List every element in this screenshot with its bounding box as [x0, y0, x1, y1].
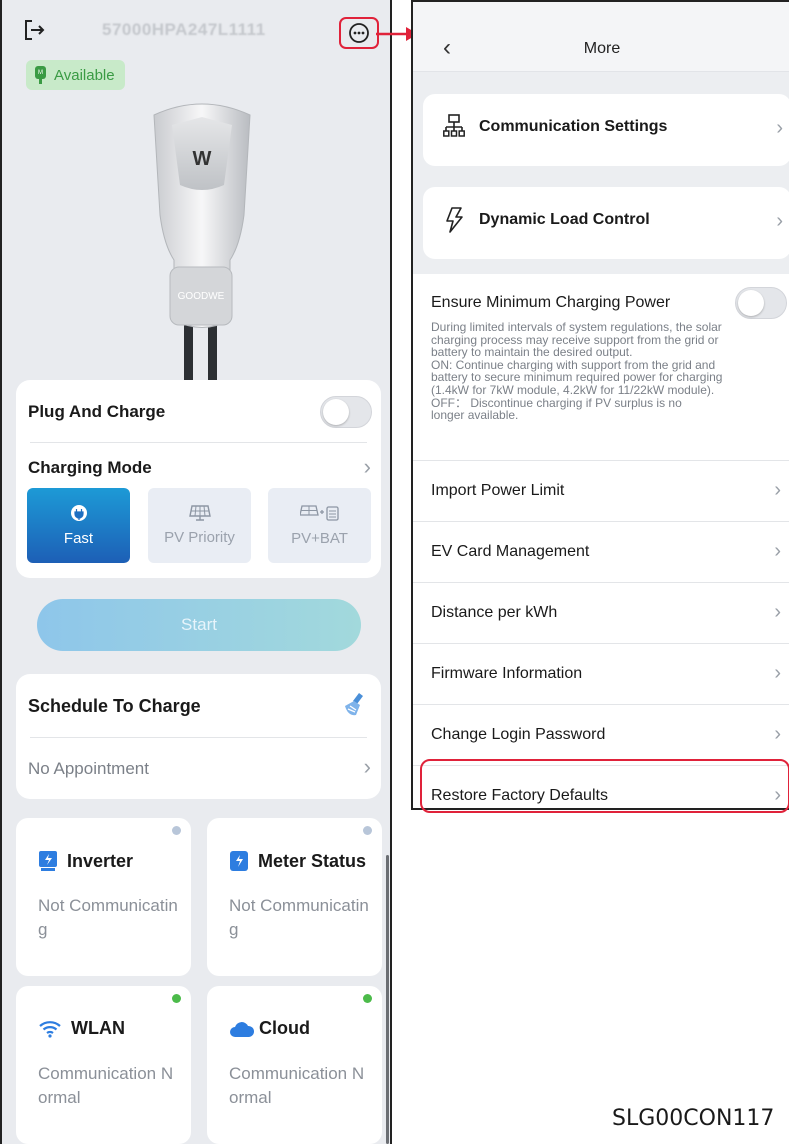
solar-battery-icon: [299, 505, 339, 521]
inverter-tile[interactable]: Inverter Not Communicating: [16, 818, 191, 976]
svg-text:W: W: [193, 148, 212, 170]
meter-icon: [230, 851, 248, 871]
mode-fast-button[interactable]: Fast: [27, 488, 130, 563]
lightning-icon: [443, 207, 465, 238]
solar-panel-icon: [188, 505, 211, 521]
communication-settings-item[interactable]: Communication Settings ›: [423, 94, 789, 166]
schedule-value: No Appointment: [28, 759, 149, 778]
restore-highlight-box: [420, 759, 789, 813]
charging-card: Plug And Charge Charging Mode › Fast PV …: [16, 380, 381, 578]
item-label: EV Card Management: [431, 543, 590, 560]
ensure-min-power-title: Ensure Minimum Charging Power: [431, 294, 671, 311]
charger-home-screen: 57000HPA247L1111 M Available W GOODWE Pl…: [0, 0, 392, 1144]
more-button[interactable]: [339, 17, 379, 49]
inverter-icon: [39, 851, 57, 871]
device-serial: 57000HPA247L1111: [102, 20, 266, 39]
clear-brush-icon[interactable]: [341, 690, 369, 725]
cloud-tile[interactable]: Cloud Communication Normal: [207, 986, 382, 1144]
cloud-icon: [230, 1021, 255, 1037]
item-label: Firmware Information: [431, 665, 583, 682]
header: ‹ More: [413, 2, 789, 72]
tile-status: Not Communicating: [38, 896, 178, 939]
charger-status-icon: M: [35, 66, 46, 84]
ensure-min-power-toggle[interactable]: [735, 287, 787, 319]
chevron-right-icon[interactable]: ›: [364, 456, 371, 478]
page-title: More: [583, 40, 621, 57]
item-label: Communication Settings: [479, 118, 668, 135]
figure-code: SLG00CON117: [612, 1106, 775, 1131]
chevron-right-icon: ›: [774, 601, 781, 623]
charging-mode-label: Charging Mode: [28, 458, 152, 477]
mode-pv-bat-button[interactable]: PV+BAT: [268, 488, 371, 563]
item-label: Change Login Password: [431, 726, 606, 743]
plug-icon: [70, 505, 87, 521]
status-dot: [363, 994, 372, 1003]
tile-status: Communication Normal: [229, 1064, 365, 1107]
chevron-right-icon: ›: [776, 210, 783, 232]
mode-label: PV Priority: [164, 529, 235, 546]
meter-status-tile[interactable]: Meter Status Not Communicating: [207, 818, 382, 976]
mode-label: Fast: [63, 530, 94, 547]
tile-title: Inverter: [67, 850, 134, 871]
tile-title: Meter Status: [258, 850, 367, 871]
settings-list: Ensure Minimum Charging Power During lim…: [413, 274, 789, 808]
status-badge: M Available: [26, 60, 125, 90]
schedule-title: Schedule To Charge: [28, 696, 201, 716]
wlan-tile[interactable]: WLAN Communication Normal: [16, 986, 191, 1144]
svg-text:M: M: [38, 70, 43, 76]
mode-label: PV+BAT: [291, 530, 348, 547]
change-login-password-item[interactable]: Change Login Password ›: [413, 704, 789, 765]
wifi-icon: [39, 1020, 61, 1038]
status-dot: [363, 826, 372, 835]
dynamic-load-control-item[interactable]: Dynamic Load Control ›: [423, 187, 789, 259]
top-bar: 57000HPA247L1111: [2, 10, 390, 54]
distance-per-kwh-item[interactable]: Distance per kWh ›: [413, 582, 789, 643]
item-label: Distance per kWh: [431, 604, 558, 621]
plug-and-charge-label: Plug And Charge: [28, 402, 166, 421]
ev-card-management-item[interactable]: EV Card Management ›: [413, 521, 789, 582]
mode-pv-priority-button[interactable]: PV Priority: [148, 488, 251, 563]
chevron-right-icon: ›: [774, 479, 781, 501]
ensure-min-power-description: During limited intervals of system regul…: [431, 320, 723, 423]
tile-title: Cloud: [259, 1018, 310, 1038]
network-icon: [443, 114, 465, 143]
more-icon: [349, 23, 369, 43]
charger-brand-label: GOODWE: [178, 291, 225, 302]
scrollbar[interactable]: [386, 855, 389, 1144]
exit-icon[interactable]: [22, 18, 46, 42]
schedule-card: Schedule To Charge No Appointment ›: [16, 674, 381, 799]
tile-title: WLAN: [71, 1018, 125, 1038]
status-badge-label: Available: [54, 66, 115, 84]
chevron-right-icon: ›: [776, 117, 783, 139]
charger-image: W GOODWE: [153, 103, 251, 385]
chevron-right-icon: ›: [774, 662, 781, 684]
firmware-information-item[interactable]: Firmware Information ›: [413, 643, 789, 704]
tile-status: Communication Normal: [38, 1064, 174, 1107]
item-label: Dynamic Load Control: [479, 211, 650, 228]
status-dot: [172, 826, 181, 835]
start-button[interactable]: Start: [37, 599, 361, 651]
more-screen: ‹ More Communication Settings › Dynamic …: [411, 0, 789, 810]
tile-status: Not Communicating: [229, 896, 369, 939]
plug-and-charge-toggle[interactable]: [320, 396, 372, 428]
chevron-right-icon: ›: [774, 540, 781, 562]
status-dot: [172, 994, 181, 1003]
chevron-right-icon[interactable]: ›: [364, 756, 371, 778]
item-label: Import Power Limit: [431, 482, 565, 499]
import-power-limit-item[interactable]: Import Power Limit ›: [413, 460, 789, 521]
chevron-right-icon: ›: [774, 723, 781, 745]
